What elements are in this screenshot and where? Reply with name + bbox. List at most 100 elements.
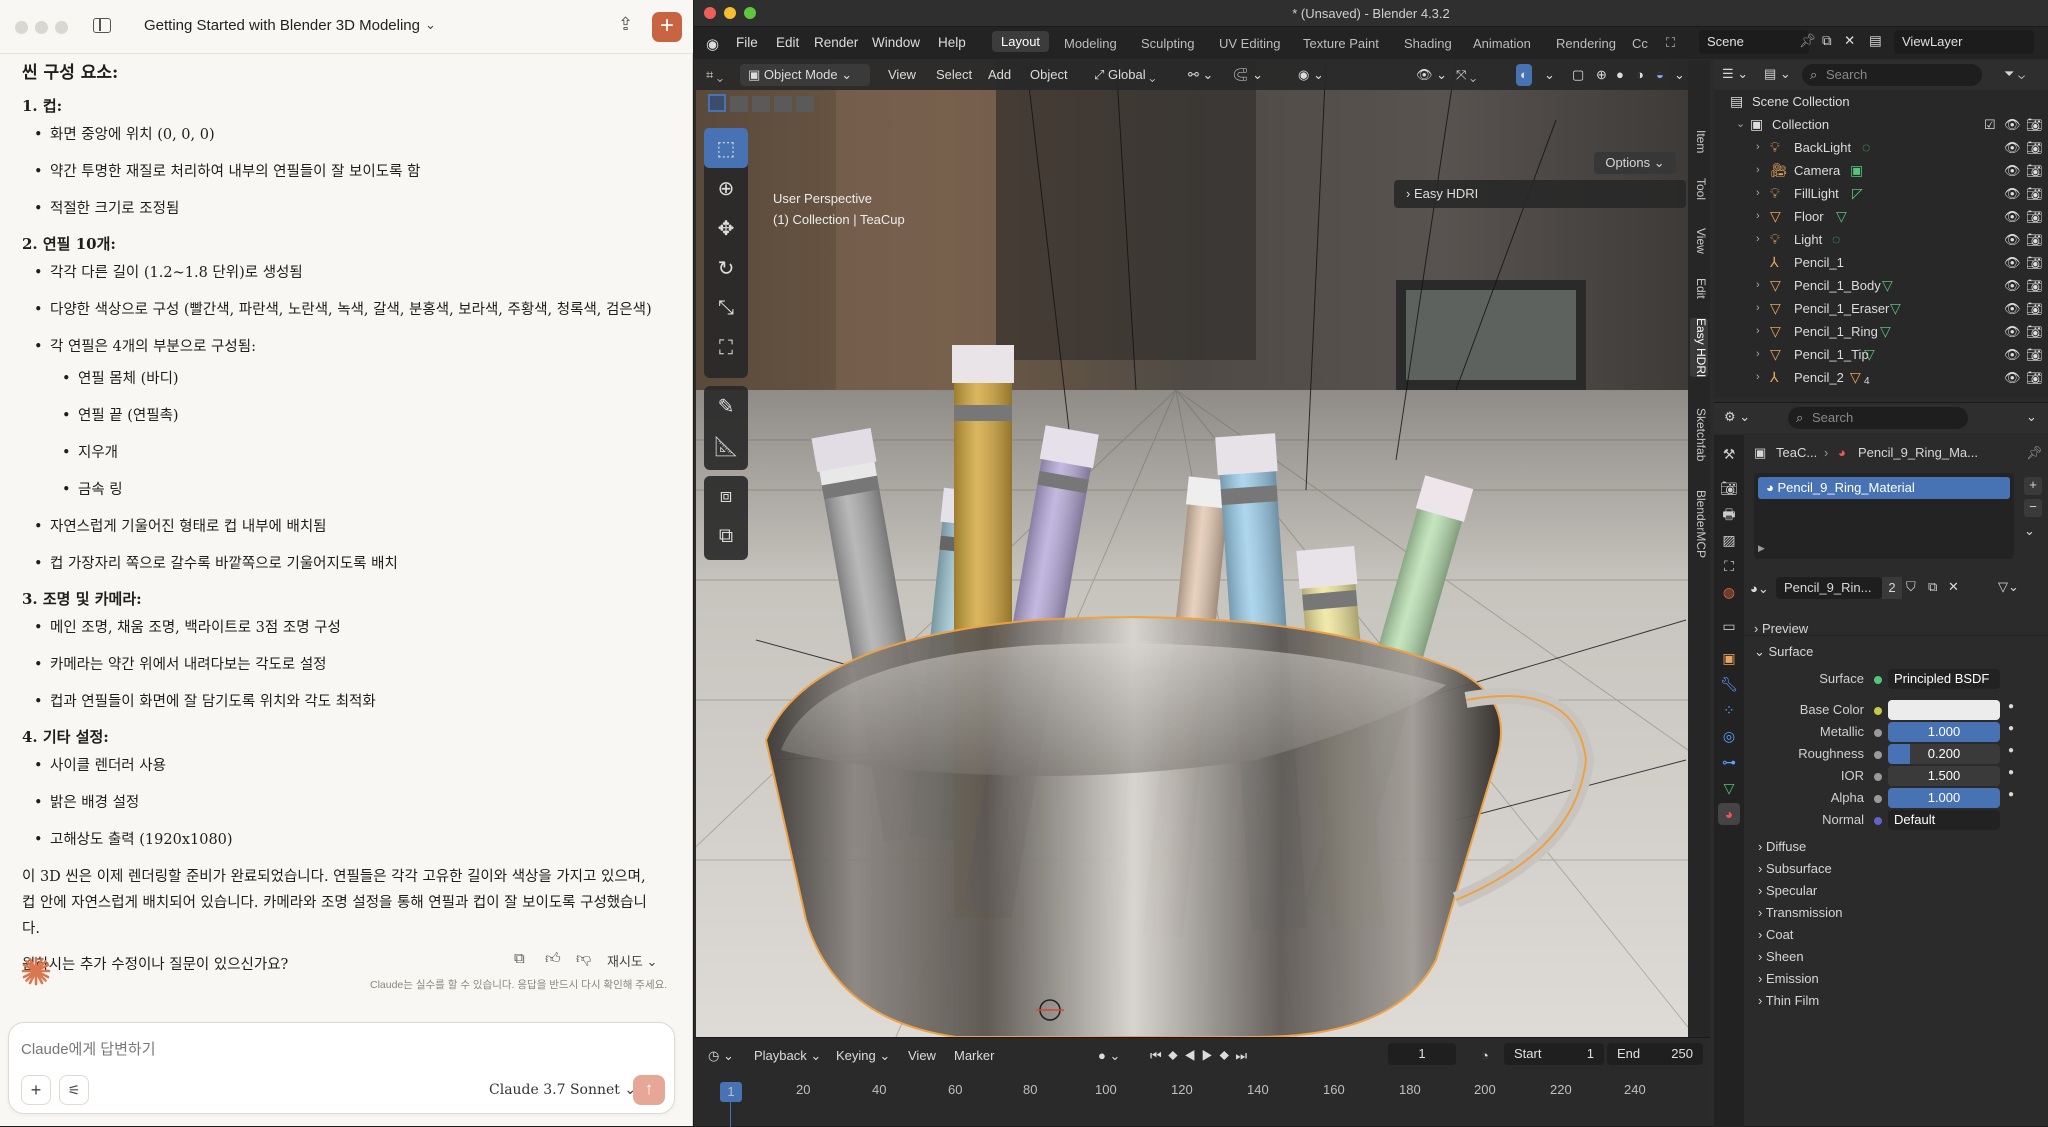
cursor-tool-icon[interactable]: ⊕ [704,168,748,208]
workspace-layout[interactable]: Layout [992,31,1050,52]
xray-icon[interactable]: ▢ [1572,64,1584,86]
checkbox-icon[interactable]: ☑ [1984,113,1996,136]
select-box-invert-icon[interactable] [774,96,792,112]
view-layer-selector[interactable]: ViewLayer [1894,30,2034,54]
window-minimize-button[interactable] [35,21,48,34]
copy-icon[interactable]: ⧉ [514,950,525,967]
delete-scene-icon[interactable]: ✕ [1844,33,1855,49]
keyframe-dot-icon[interactable]: ● [2008,745,2014,756]
extrude-tool-icon[interactable]: ⧉ [704,516,748,556]
subpanel-emission[interactable]: › Emission [1758,971,1819,986]
model-selector[interactable]: Claude 3.7 Sonnet ⌄ [489,1082,636,1098]
render-icon[interactable]: 📷︎ [2026,136,2043,159]
timeline-menu-marker[interactable]: Marker [954,1048,994,1063]
eye-icon[interactable]: 👁︎ [2004,182,2021,205]
reply-input-box[interactable]: Claude에게 답변하기 + ⚟ Claude 3.7 Sonnet ⌄ ↑ [8,1022,675,1114]
subpanel-sheen[interactable]: › Sheen [1758,949,1804,964]
render-tab-icon[interactable]: 📷︎ [1718,477,1740,499]
subpanel-transmission[interactable]: › Transmission [1758,905,1843,920]
keyframe-dot-icon[interactable]: ● [2008,723,2014,734]
sidebar-toggle-icon[interactable] [93,18,111,33]
eye-icon[interactable]: 👁︎ [2004,320,2021,343]
eye-icon[interactable]: 👁︎ [2004,251,2021,274]
expand-arrow-icon[interactable]: › [1756,159,1760,182]
expand-arrow-icon[interactable]: › [1756,228,1760,251]
auto-keying-icon[interactable]: ● ⌄ [1098,1048,1120,1064]
gizmo-icon[interactable]: ⤧ ⌄ [1456,64,1476,86]
select-tool-icon[interactable]: ⬚ [704,128,748,168]
editor-type-icon[interactable]: ⌗ ⌄ [706,64,723,86]
pin-icon[interactable]: 📌︎ [1799,33,1816,49]
expand-arrow-icon[interactable]: › [1756,366,1760,389]
timeline-menu-playback[interactable]: Playback ⌄ [754,1048,821,1064]
float-socket-icon[interactable] [1874,729,1882,737]
current-frame-field[interactable]: 1 [1388,1043,1456,1065]
expand-arrow-icon[interactable]: › [1756,205,1760,228]
select-box-new-icon[interactable] [708,94,726,112]
expand-arrow-icon[interactable]: › [1756,297,1760,320]
subpanel-thin-film[interactable]: › Thin Film [1758,993,1819,1008]
wireframe-shading-icon[interactable]: ⊕ [1596,64,1607,86]
pivot-point-icon[interactable]: ⚯ ⌄ [1188,64,1213,86]
tool-tab-icon[interactable]: ⚒ [1718,443,1740,465]
thumbs-up-icon[interactable]: 👍︎ [545,950,561,968]
eye-icon[interactable]: 👁︎ [2004,205,2021,228]
menu-help[interactable]: Help [938,35,966,50]
move-tool-icon[interactable]: ✥ [704,208,748,248]
filter-icon[interactable]: ⏷ ⌄ [2004,66,2025,82]
fake-user-icon[interactable]: ⛉ [1906,579,1916,595]
tools-button[interactable]: ⚟ [59,1075,89,1105]
tab-easy-hdri[interactable]: Easy HDRI [1690,318,1708,378]
eye-icon[interactable]: 👁︎ [2004,366,2021,389]
render-icon[interactable]: 📷︎ [2026,205,2043,228]
outliner-row-object[interactable]: › 💡︎ BackLight ◌ 👁︎ 📷︎ [1714,136,2048,159]
normal-field[interactable]: Default [1888,810,2000,830]
display-mode-icon[interactable]: ▤ ⌄ [1764,66,1791,82]
properties-editor-icon[interactable]: ⚙ ⌄ [1724,409,1750,425]
tab-sketchfab[interactable]: Sketchfab [1690,408,1708,461]
render-icon[interactable]: 📷︎ [2026,366,2043,389]
eye-icon[interactable]: 👁︎ [2004,113,2021,136]
snap-icon[interactable]: 🧲︎ ⌄ [1232,64,1263,86]
subpanel-coat[interactable]: › Coat [1758,927,1793,942]
scene-tab-icon[interactable]: ⛶ [1718,555,1740,577]
tab-tool[interactable]: Tool [1690,178,1708,200]
transform-tool-icon[interactable]: ⛶ [704,328,748,368]
outliner-row-object[interactable]: › ▽ Pencil_1_Body ▽ 👁︎ 📷︎ [1714,274,2048,297]
render-icon[interactable]: 📷︎ [2026,251,2043,274]
start-frame-field[interactable]: Start 1 [1504,1043,1604,1065]
remove-slot-button[interactable]: − [2024,499,2042,517]
outliner-row-object[interactable]: ⅄ Pencil_1 👁︎ 📷︎ [1714,251,2048,274]
workspace-sculpting[interactable]: Sculpting [1141,36,1194,51]
expand-arrow-icon[interactable]: › [1756,320,1760,343]
retry-button[interactable]: 재시도 ⌄ [607,951,657,970]
select-box-intersect-icon[interactable] [796,96,814,112]
timeline-editor-icon[interactable]: ◷ ⌄ [708,1048,734,1064]
subpanel-specular[interactable]: › Specular [1758,883,1817,898]
modifier-tab-icon[interactable]: 🔧︎ [1718,673,1740,695]
vector-socket-icon[interactable] [1874,817,1882,825]
attach-button[interactable]: + [21,1075,51,1105]
reply-input-placeholder[interactable]: Claude에게 답변하기 [21,1038,156,1059]
breadcrumb-object[interactable]: TeaC... [1776,445,1817,460]
outliner-row-object[interactable]: › ▽ Pencil_1_Eraser ▽ 👁︎ 📷︎ [1714,297,2048,320]
workspace-compositing[interactable]: Cc [1632,36,1648,51]
playhead[interactable]: 1 [720,1082,742,1102]
constraints-tab-icon[interactable]: ⊶ [1718,751,1740,773]
float-socket-icon[interactable] [1874,751,1882,759]
metallic-slider[interactable]: 1.000 [1888,722,2000,742]
visibility-icon[interactable]: 👁︎ ⌄ [1416,64,1447,86]
measure-tool-icon[interactable]: 📐︎ [704,426,748,466]
scene-icon[interactable]: ⛶ [1666,35,1675,51]
mode-selector[interactable]: ▣ Object Mode ⌄ [740,64,870,86]
blender-logo-icon[interactable]: ◉ [706,35,719,53]
add-cube-tool-icon[interactable]: ⧈ [704,476,748,516]
view-layer-icon[interactable]: ▤ [1869,33,1882,49]
new-chat-button[interactable]: + [652,12,682,42]
material-tab-icon[interactable]: ◕ [1718,803,1740,825]
surface-panel-header[interactable]: ⌄ Surface [1754,644,1813,660]
rendered-shading-icon[interactable]: ◒ [1656,64,1664,86]
render-icon[interactable]: 📷︎ [2026,343,2043,366]
thumbs-down-icon[interactable]: 👎︎ [576,950,591,968]
eye-icon[interactable]: 👁︎ [2004,136,2021,159]
